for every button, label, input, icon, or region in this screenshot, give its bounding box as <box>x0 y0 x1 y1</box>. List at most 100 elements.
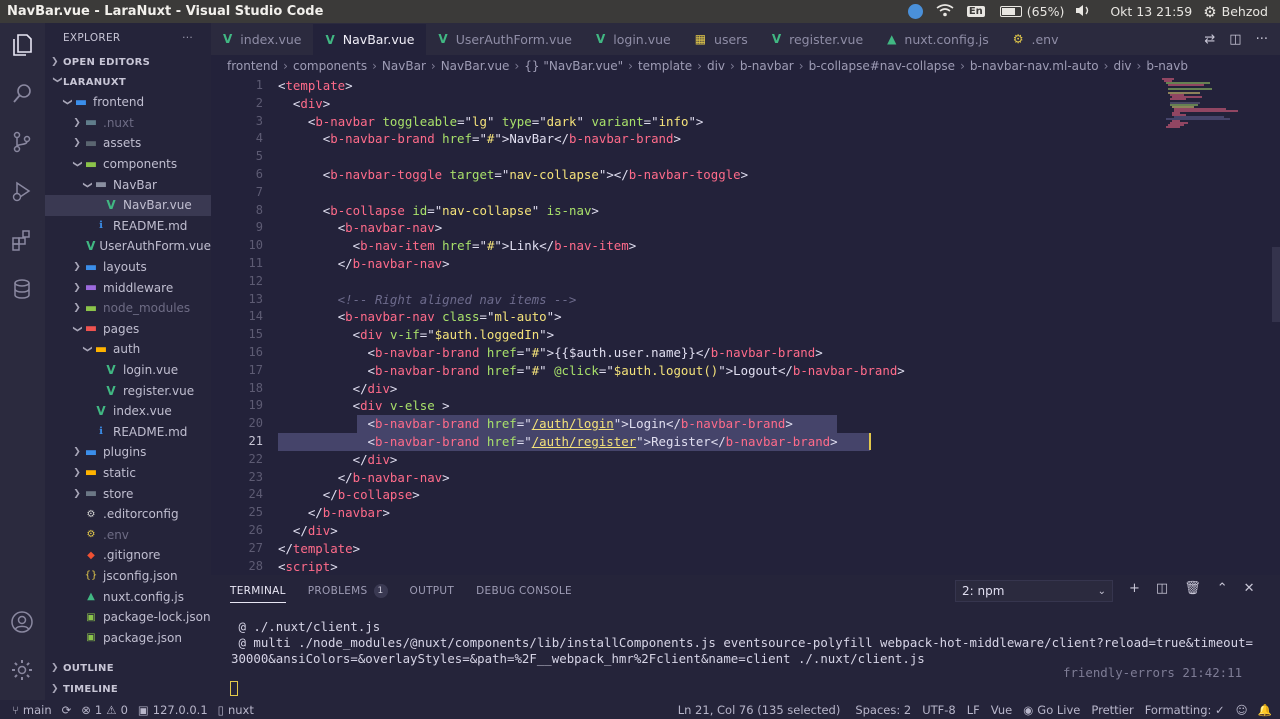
panel-tab-output[interactable]: OUTPUT <box>410 575 455 607</box>
trash-icon[interactable]: 🗑 <box>1184 581 1201 596</box>
code-line[interactable]: </b-navbar-nav> <box>278 255 1158 273</box>
tree-item[interactable]: ❯ ▬ node_modules <box>45 298 211 319</box>
tree-item[interactable]: ❯ ▬ pages <box>45 319 211 340</box>
panel-tab-debug-console[interactable]: DEBUG CONSOLE <box>476 575 572 607</box>
task-item[interactable]: ▯ nuxt <box>218 703 254 717</box>
timeline-section[interactable]: ❯ TIMELINE <box>45 679 211 699</box>
notifications-icon[interactable]: 🔔 <box>1258 703 1272 717</box>
formatting-item[interactable]: Formatting: ✓ <box>1145 703 1225 717</box>
panel-tab-terminal[interactable]: TERMINAL <box>230 575 286 607</box>
breadcrumb-item[interactable]: components <box>293 59 367 73</box>
source-control-icon[interactable] <box>10 130 34 154</box>
power-gear-icon[interactable]: ⚙ <box>1203 3 1216 21</box>
split-editor-icon[interactable]: ◫ <box>1229 32 1241 47</box>
code-line[interactable]: </b-collapse> <box>278 486 1158 504</box>
tree-item[interactable]: ❯ ▬ static <box>45 463 211 484</box>
code-line[interactable]: <b-navbar-brand href="#" @click="$auth.l… <box>278 362 1158 380</box>
wifi-icon[interactable] <box>936 3 954 20</box>
code-editor[interactable]: 1 2 3 4 5 6 7 8 9 10 11 12 13 14 15 16 17 18 19 20 21 22 23 24 2… <box>211 77 1280 575</box>
tree-item[interactable]: ❯ ▬ .nuxt <box>45 113 211 134</box>
keyboard-layout[interactable]: En <box>966 6 985 17</box>
code-line[interactable]: </div> <box>278 522 1158 540</box>
user-name[interactable]: Behzod <box>1222 4 1268 19</box>
extensions-icon[interactable] <box>10 228 34 252</box>
tree-item[interactable]: ❯ ▬ plugins <box>45 442 211 463</box>
branch-item[interactable]: ⑂ main <box>12 703 52 717</box>
tree-item[interactable]: V NavBar.vue <box>45 194 211 216</box>
code-line[interactable]: <b-collapse id="nav-collapse" is-nav> <box>278 202 1158 220</box>
indentation[interactable]: Spaces: 2 <box>855 703 911 717</box>
tab-index-vue[interactable]: Vindex.vue <box>211 23 313 55</box>
minimap[interactable] <box>1160 77 1250 137</box>
database-icon[interactable] <box>10 277 34 301</box>
code-line[interactable]: </div> <box>278 380 1158 398</box>
tree-item[interactable]: ❯ ▬ assets <box>45 133 211 154</box>
tree-item[interactable]: ❯ ▬ middleware <box>45 277 211 298</box>
system-tray[interactable]: En (65%) Okt 13 21:59 ⚙ Behzod <box>907 3 1268 21</box>
terminal-selector[interactable]: 2: npm ⌄ <box>955 580 1113 602</box>
line-ending[interactable]: LF <box>967 703 980 717</box>
breadcrumb-item[interactable]: div <box>1113 59 1131 73</box>
breadcrumb-item[interactable]: b-navbar-nav.ml-auto <box>970 59 1099 73</box>
feedback-icon[interactable]: ☺ <box>1236 703 1248 717</box>
code-line[interactable]: <b-navbar toggleable="lg" type="dark" va… <box>278 113 1158 131</box>
code-line[interactable]: <b-navbar-brand href="/auth/login">Login… <box>278 415 1158 433</box>
code-line[interactable] <box>278 148 1158 166</box>
go-live-button[interactable]: ◉ Go Live <box>1023 703 1080 717</box>
volume-icon[interactable] <box>1075 4 1091 20</box>
language-mode[interactable]: Vue <box>991 703 1012 717</box>
code-line[interactable]: </template> <box>278 540 1158 558</box>
tree-item[interactable]: ❯ ▬ components <box>45 154 211 175</box>
breadcrumb-item[interactable]: {} "NavBar.vue" <box>524 59 623 73</box>
terminal-output[interactable]: @ ./.nuxt/client.js @ multi ./node_modul… <box>231 619 1271 667</box>
code-line[interactable] <box>278 184 1158 202</box>
update-icon[interactable] <box>907 4 923 19</box>
tab-login-vue[interactable]: Vlogin.vue <box>584 23 683 55</box>
tab-userauthform-vue[interactable]: V UserAuthForm.vue <box>426 23 584 55</box>
split-terminal-icon[interactable]: ◫ <box>1156 581 1168 596</box>
breadcrumb-item[interactable]: frontend <box>227 59 278 73</box>
breadcrumb-item[interactable]: b-navbar <box>740 59 794 73</box>
tree-item[interactable]: ◆ .gitignore <box>45 545 211 566</box>
tree-item[interactable]: Vregister.vue <box>45 380 211 401</box>
tree-item[interactable]: ❯ ▬ NavBar <box>45 174 211 195</box>
tree-item[interactable]: Vlogin.vue <box>45 360 211 381</box>
open-editors-section[interactable]: ❯ OPEN EDITORS <box>45 52 211 72</box>
code-lines[interactable]: <template> <div> <b-navbar toggleable="l… <box>278 77 1158 575</box>
maximize-panel-icon[interactable]: ⌃ <box>1217 581 1228 596</box>
tree-item[interactable]: ❯ ▬ auth <box>45 339 211 360</box>
tree-item[interactable]: ▣ package-lock.json <box>45 607 211 628</box>
host-item[interactable]: ▣ 127.0.0.1 <box>138 703 208 717</box>
prettier-item[interactable]: Prettier <box>1091 703 1133 717</box>
tree-item[interactable]: ⚙ .editorconfig <box>45 504 211 525</box>
tree-item[interactable]: ❯ ▬ store <box>45 483 211 504</box>
code-line[interactable]: <b-navbar-nav class="ml-auto"> <box>278 308 1158 326</box>
breadcrumb-item[interactable]: b-collapse#nav-collapse <box>809 59 956 73</box>
code-line[interactable]: <div v-else > <box>278 397 1158 415</box>
more-actions-icon[interactable]: ··· <box>1256 32 1268 47</box>
code-line[interactable]: <b-navbar-nav> <box>278 219 1158 237</box>
battery-icon[interactable] <box>999 6 1022 17</box>
tree-item[interactable]: ▣ package.json <box>45 627 211 648</box>
code-line[interactable]: </div> <box>278 451 1158 469</box>
close-panel-icon[interactable]: ✕ <box>1244 581 1255 596</box>
project-section[interactable]: ❯ LARANUXT <box>45 72 211 92</box>
tab-nuxt-config-js[interactable]: ▲ nuxt.config.js <box>875 23 1001 55</box>
code-line[interactable]: <b-nav-item href="#">Link</b-nav-item> <box>278 237 1158 255</box>
search-icon[interactable] <box>10 81 34 105</box>
breadcrumb-item[interactable]: b-navb <box>1146 59 1188 73</box>
editor-scrollbar[interactable] <box>1272 247 1280 322</box>
sync-icon[interactable]: ⟳ <box>62 703 72 717</box>
tree-item[interactable]: {} jsconfig.json <box>45 566 211 587</box>
encoding[interactable]: UTF-8 <box>922 703 956 717</box>
problems-item[interactable]: ⊗ 1 ⚠ 0 <box>81 703 128 717</box>
tree-item[interactable]: ▲ nuxt.config.js <box>45 586 211 607</box>
code-line[interactable]: <b-navbar-brand href="/auth/register">Re… <box>278 433 1158 451</box>
account-icon[interactable] <box>10 610 34 634</box>
tree-item[interactable]: ❯ ▬ frontend <box>45 92 211 113</box>
code-line[interactable]: <b-navbar-brand href="#">{{$auth.user.na… <box>278 344 1158 362</box>
new-terminal-icon[interactable]: + <box>1129 581 1140 596</box>
breadcrumb-item[interactable]: NavBar <box>382 59 426 73</box>
clock[interactable]: Okt 13 21:59 <box>1110 4 1192 19</box>
code-line[interactable]: <b-navbar-brand href="#">NavBar</b-navba… <box>278 130 1158 148</box>
